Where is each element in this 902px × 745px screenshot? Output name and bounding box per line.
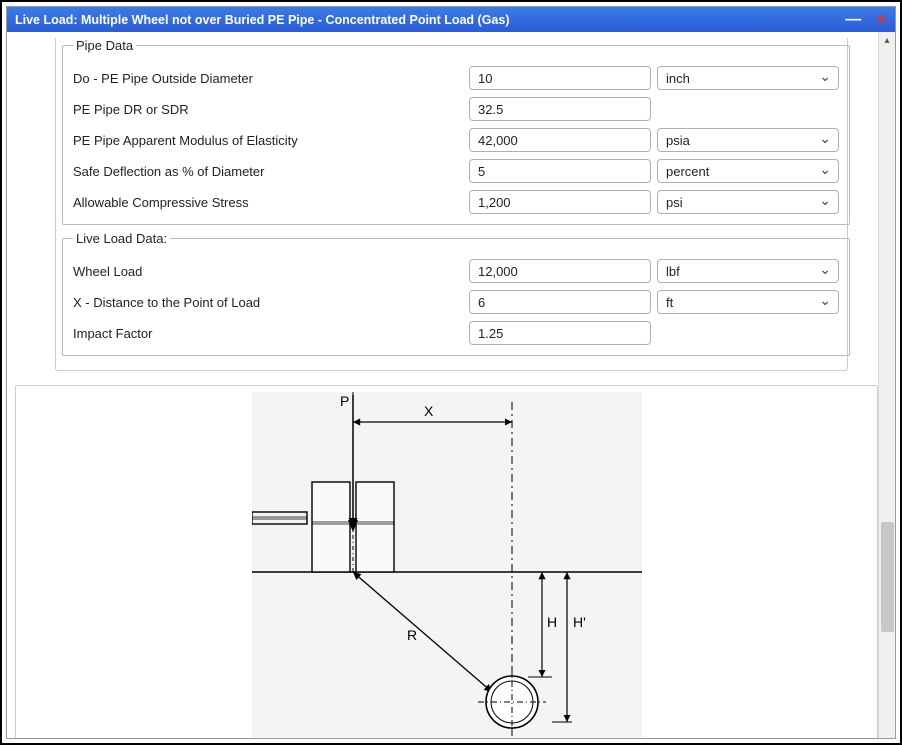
diagram-label-X: X bbox=[424, 403, 434, 419]
pipe-data-legend: Pipe Data bbox=[73, 38, 136, 53]
app-window: Live Load: Multiple Wheel not over Burie… bbox=[6, 6, 896, 739]
diagram-image: P X R bbox=[252, 392, 642, 738]
vertical-scrollbar[interactable]: ▴ bbox=[878, 32, 895, 738]
impact-factor-input[interactable] bbox=[469, 321, 651, 345]
diagram-label-Hprime: H' bbox=[573, 614, 586, 630]
wheel-load-unit-select[interactable]: lbf bbox=[657, 259, 839, 283]
scroll-thumb[interactable] bbox=[881, 522, 894, 632]
dr-input[interactable] bbox=[469, 97, 651, 121]
deflection-input[interactable] bbox=[469, 159, 651, 183]
close-button[interactable]: ✕ bbox=[875, 11, 887, 28]
acs-unit-select[interactable]: psi bbox=[657, 190, 839, 214]
live-load-legend: Live Load Data: bbox=[73, 231, 170, 246]
x-distance-input[interactable] bbox=[469, 290, 651, 314]
diagram-label-P: P bbox=[340, 393, 349, 409]
od-unit-select[interactable]: inch bbox=[657, 66, 839, 90]
diagram-label-H: H bbox=[547, 614, 557, 630]
x-distance-label: X - Distance to the Point of Load bbox=[73, 295, 463, 310]
impact-factor-label: Impact Factor bbox=[73, 326, 463, 341]
od-label: Do - PE Pipe Outside Diameter bbox=[73, 71, 463, 86]
wheel-load-label: Wheel Load bbox=[73, 264, 463, 279]
wheel-load-input[interactable] bbox=[469, 259, 651, 283]
od-input[interactable] bbox=[469, 66, 651, 90]
live-load-group: Live Load Data: Wheel Load lbf X - Dista… bbox=[62, 231, 850, 356]
scroll-up-icon[interactable]: ▴ bbox=[879, 32, 895, 49]
form-content: Pipe Data Do - PE Pipe Outside Diameter … bbox=[7, 32, 878, 738]
diagram-panel: P X R bbox=[15, 385, 878, 738]
dr-label: PE Pipe DR or SDR bbox=[73, 102, 463, 117]
acs-input[interactable] bbox=[469, 190, 651, 214]
titlebar: Live Load: Multiple Wheel not over Burie… bbox=[7, 7, 895, 32]
acs-label: Allowable Compressive Stress bbox=[73, 195, 463, 210]
modulus-unit-select[interactable]: psia bbox=[657, 128, 839, 152]
window-title: Live Load: Multiple Wheel not over Burie… bbox=[15, 13, 510, 27]
deflection-unit-select[interactable]: percent bbox=[657, 159, 839, 183]
pipe-data-group: Pipe Data Do - PE Pipe Outside Diameter … bbox=[62, 38, 850, 225]
deflection-label: Safe Deflection as % of Diameter bbox=[73, 164, 463, 179]
diagram-label-R: R bbox=[407, 627, 417, 643]
modulus-label: PE Pipe Apparent Modulus of Elasticity bbox=[73, 133, 463, 148]
x-distance-unit-select[interactable]: ft bbox=[657, 290, 839, 314]
minimize-button[interactable]: — bbox=[845, 15, 861, 25]
modulus-input[interactable] bbox=[469, 128, 651, 152]
